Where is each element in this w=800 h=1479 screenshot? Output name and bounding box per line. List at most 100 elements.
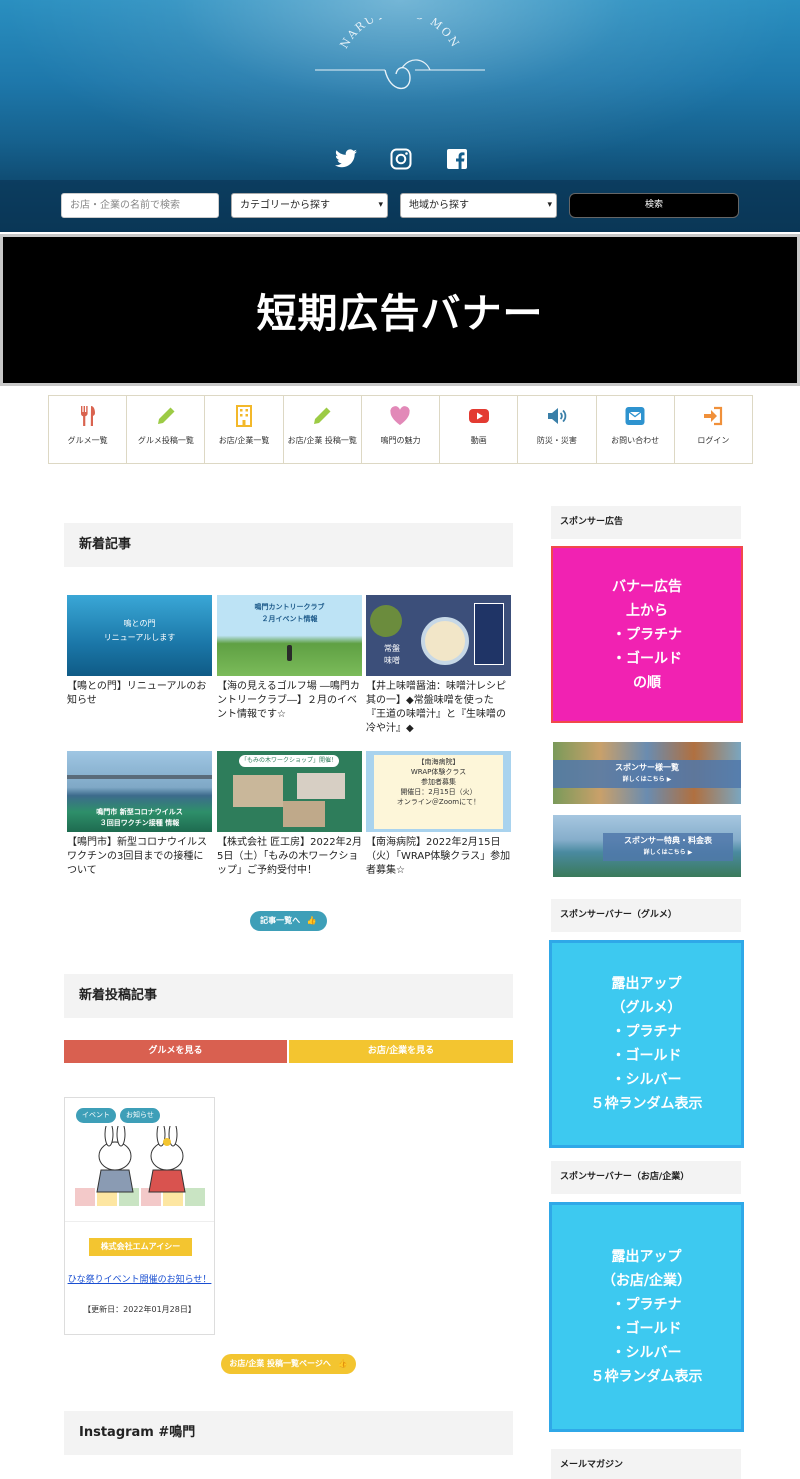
box-line: ・ゴールド: [612, 650, 682, 667]
main-nav: グルメ一覧 グルメ投稿一覧 お店/企業一覧 お店/企業 投稿一覧 鳴門の魅力 動…: [48, 395, 753, 464]
soup-bowl-image: [421, 617, 469, 665]
box-line: 上から: [626, 602, 668, 619]
building-icon: [236, 405, 253, 427]
article-card[interactable]: 「もみの木ワークショップ」開催！ 【株式会社 匠工房】2022年2月5日（土）「…: [217, 751, 362, 878]
login-icon: [704, 406, 723, 426]
photo-3: [283, 801, 325, 827]
article-list-button[interactable]: 記事一覧へ 👍: [250, 911, 327, 931]
nav-item-disaster[interactable]: 防災・災害: [518, 396, 597, 463]
tag-notice: お知らせ: [120, 1108, 160, 1123]
article-thumbnail[interactable]: 鳴門カントリークラブ ２月イベント情報: [217, 595, 362, 676]
sponsor-shop-banner[interactable]: 露出アップ （お店/企業） ・プラチナ ・ゴールド ・シルバー ５枠ランダム表示: [549, 1202, 744, 1432]
thumb-caption: 鳴門市 新型コロナウイルス ３回目ワクチン接種 情報: [96, 808, 183, 827]
article-title[interactable]: 【井上味噌醤油：味噌汁レシピ其の一】◆常盤味噌を使った『王道の味噌汁』と『生味噌…: [366, 680, 511, 736]
box-line: ・シルバー: [611, 1072, 682, 1088]
search-input[interactable]: お店・企業の名前で検索: [61, 193, 219, 218]
nav-label: グルメ一覧: [67, 436, 108, 445]
nav-label: 鳴門の魅力: [380, 436, 421, 445]
article-thumbnail[interactable]: 常盤 味噌: [366, 595, 511, 676]
article-card[interactable]: 常盤 味噌 【井上味噌醤油：味噌汁レシピ其の一】◆常盤味噌を使った『王道の味噌汁…: [366, 595, 511, 736]
nav-item-naruto-charm[interactable]: 鳴門の魅力: [362, 396, 441, 463]
post-card-image[interactable]: イベント お知らせ: [65, 1098, 214, 1222]
box-line: ・ゴールド: [611, 1048, 682, 1064]
nav-item-shop-posts[interactable]: お店/企業 投稿一覧: [284, 396, 362, 463]
sponsor-price-banner-caption: スポンサー特典・料金表 詳しくはこちら ▶: [603, 833, 733, 861]
nav-item-shop-list[interactable]: お店/企業一覧: [205, 396, 284, 463]
nav-item-video[interactable]: 動画: [440, 396, 519, 463]
post-title-link[interactable]: ひな祭りイベント開催のお知らせ！: [65, 1272, 214, 1285]
category-select-value: カテゴリーから探す: [240, 200, 330, 211]
article-title[interactable]: 【鳴との門】リニューアルのお知らせ: [67, 680, 212, 708]
thumb-caption: 常盤 味噌: [384, 644, 400, 665]
box-line: ・プラチナ: [611, 1024, 682, 1040]
instagram-heading: Instagram #鳴門: [64, 1411, 513, 1455]
mail-magazine-heading: メールマガジン: [551, 1449, 741, 1479]
tab-gourmet[interactable]: グルメを見る: [64, 1040, 287, 1063]
article-list-label: 記事一覧へ: [260, 916, 301, 925]
search-button[interactable]: 検索: [569, 193, 739, 218]
article-title[interactable]: 【鳴門市】新型コロナウイルスワクチンの3回目までの接種について: [67, 836, 212, 878]
hina-dolls-illustration: [75, 1126, 205, 1206]
nav-item-gourmet-list[interactable]: グルメ一覧: [49, 396, 128, 463]
photo-2: [297, 773, 345, 799]
thumbs-up-icon: 👍: [337, 1359, 348, 1368]
nav-item-gourmet-posts[interactable]: グルメ投稿一覧: [127, 396, 206, 463]
pencil-icon: [314, 407, 331, 424]
article-card[interactable]: 鳴門市 新型コロナウイルス ３回目ワクチン接種 情報 【鳴門市】新型コロナウイル…: [67, 751, 212, 878]
box-line: 露出アップ: [611, 1249, 682, 1265]
box-line: バナー広告: [612, 578, 682, 595]
article-thumbnail[interactable]: 鳴との門 リニューアルします: [67, 595, 212, 676]
heart-icon: [390, 406, 411, 425]
nav-label: 動画: [470, 436, 487, 445]
box-line: 露出アップ: [611, 976, 682, 992]
area-select[interactable]: 地域から探す ▾: [400, 193, 557, 218]
box-line: ・プラチナ: [611, 1297, 682, 1313]
thumbs-up-icon: 👍: [306, 916, 317, 925]
nav-label: ログイン: [697, 436, 730, 445]
speaker-icon: [547, 408, 567, 424]
shop-posts-list-label: お店/企業 投稿一覧ページへ: [229, 1359, 331, 1368]
article-title[interactable]: 【南海病院】2022年2月15日（火）「WRAP体験クラス」参加者募集☆: [366, 836, 511, 878]
article-card[interactable]: 鳴門カントリークラブ ２月イベント情報 【海の見えるゴルフ場 ―鳴門カントリーク…: [217, 595, 362, 722]
thumb-caption: 【南海病院】 WRAP体験クラス 参加者募集 開催日：2月15日（火） オンライ…: [396, 758, 481, 806]
sponsor-price-banner[interactable]: スポンサー特典・料金表 詳しくはこちら ▶: [553, 815, 741, 877]
sponsor-list-banner-caption: スポンサー様一覧 詳しくはこちら ▶: [553, 760, 741, 788]
post-card[interactable]: イベント お知らせ 株式会社エムアイシー ひな祭りイベント開催のお知らせ！ 【更…: [64, 1097, 215, 1335]
sponsor-ad-heading: スポンサー広告: [551, 506, 741, 539]
sponsor-list-banner[interactable]: スポンサー様一覧 詳しくはこちら ▶: [553, 742, 741, 804]
article-thumbnail[interactable]: 「もみの木ワークショップ」開催！: [217, 751, 362, 832]
new-articles-heading: 新着記事: [64, 523, 513, 567]
tab-shop[interactable]: お店/企業を見る: [289, 1040, 513, 1063]
article-card[interactable]: 鳴との門 リニューアルします 【鳴との門】リニューアルのお知らせ: [67, 595, 212, 708]
banner-line: スポンサー様一覧: [615, 763, 679, 772]
youtube-icon: [468, 409, 489, 423]
company-badge[interactable]: 株式会社エムアイシー: [89, 1238, 192, 1256]
sponsor-ad-banner[interactable]: バナー広告 上から ・プラチナ ・ゴールド の順: [551, 546, 743, 723]
thumb-caption: 鳴との門 リニューアルします: [103, 619, 176, 642]
svg-text:NARUTO NO MON: NARUTO NO MON: [337, 18, 462, 51]
nav-item-login[interactable]: ログイン: [675, 396, 752, 463]
article-thumbnail[interactable]: 【南海病院】 WRAP体験クラス 参加者募集 開催日：2月15日（火） オンライ…: [366, 751, 511, 832]
miso-bowl-image: [370, 605, 402, 637]
post-updated-date: 【更新日：2022年01月28日】: [83, 1305, 196, 1314]
short-term-ad-banner[interactable]: 短期広告バナー: [0, 234, 800, 386]
nav-item-contact[interactable]: お問い合わせ: [597, 396, 675, 463]
article-title[interactable]: 【海の見えるゴルフ場 ―鳴門カントリークラブ―】２月のイベント情報です☆: [217, 680, 362, 722]
article-card[interactable]: 【南海病院】 WRAP体験クラス 参加者募集 開催日：2月15日（火） オンライ…: [366, 751, 511, 878]
box-line: ５枠ランダム表示: [590, 1096, 703, 1112]
sponsor-gourmet-banner[interactable]: 露出アップ （グルメ） ・プラチナ ・ゴールド ・シルバー ５枠ランダム表示: [549, 940, 744, 1148]
box-line: ・シルバー: [611, 1345, 682, 1361]
chevron-down-icon: ▾: [547, 200, 552, 210]
site-logo[interactable]: NARUTO NO MON: [310, 18, 490, 108]
category-select[interactable]: カテゴリーから探す ▾: [231, 193, 388, 218]
golfer-figure: [287, 645, 292, 661]
article-thumbnail[interactable]: 鳴門市 新型コロナウイルス ３回目ワクチン接種 情報: [67, 751, 212, 832]
area-select-value: 地域から探す: [409, 200, 469, 211]
instagram-icon[interactable]: [389, 147, 413, 171]
shop-posts-list-button[interactable]: お店/企業 投稿一覧ページへ 👍: [221, 1354, 356, 1374]
twitter-icon[interactable]: [334, 147, 358, 171]
facebook-icon[interactable]: [445, 147, 469, 171]
nav-label: お店/企業一覧: [218, 436, 270, 445]
box-line: （グルメ）: [611, 1000, 682, 1016]
article-title[interactable]: 【株式会社 匠工房】2022年2月5日（土）「もみの木ワークショップ」ご予約受付…: [217, 836, 362, 878]
